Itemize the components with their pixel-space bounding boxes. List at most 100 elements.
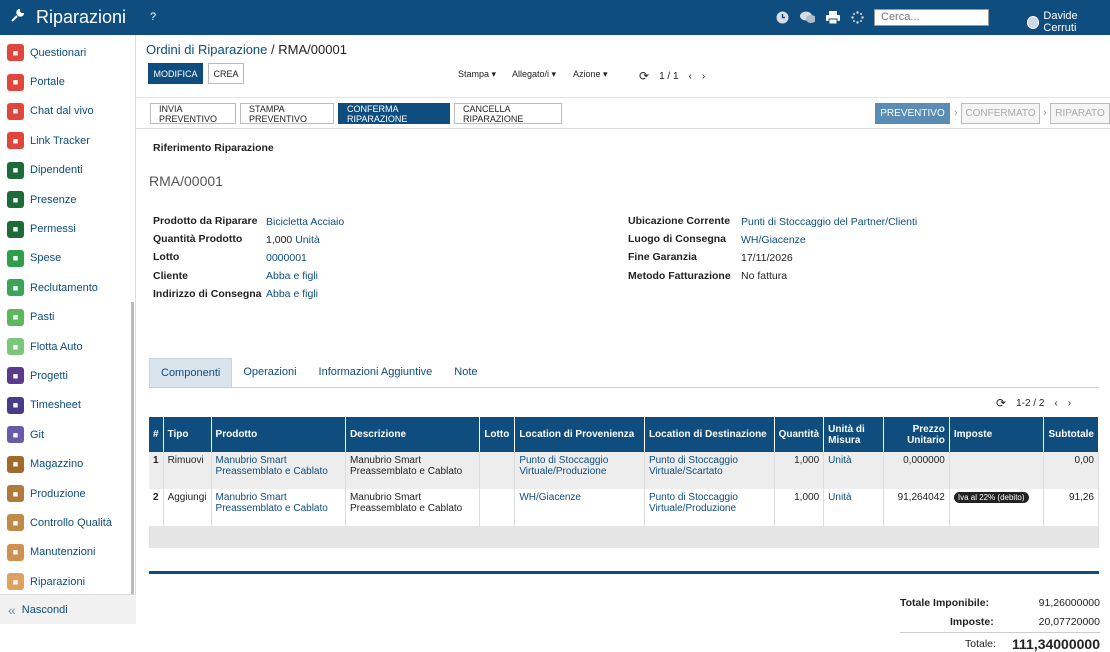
user-menu[interactable]: Davide Cerruti (1027, 10, 1110, 34)
sidebar-item-manutenzioni[interactable]: ■ Manutenzioni (0, 538, 135, 567)
column-header[interactable]: Prezzo Unitario (883, 417, 950, 452)
stage-repaired[interactable]: RIPARATO (1050, 103, 1110, 124)
print-quote-button[interactable]: STAMPA PREVENTIVO (240, 103, 334, 124)
refresh-icon[interactable]: ⟳ (996, 396, 1006, 410)
cell-qty: 1,000 (774, 452, 825, 489)
notebook-tabs: Componenti Operazioni Informazioni Aggiunt… (149, 358, 489, 388)
sidebar-item-reclutamento[interactable]: ■ Reclutamento (0, 273, 135, 302)
chevron-left-icon[interactable]: ‹ (1054, 398, 1057, 409)
sidebar-item-progetti[interactable]: ■ Progetti (0, 361, 135, 390)
sidebar-item-label: Permessi (30, 223, 76, 236)
table-row[interactable]: 1 Rimuovi Manubrio Smart Preassemblato e C… (149, 452, 1099, 489)
field-value[interactable]: Punti di Stoccaggio del Partner/Clienti (741, 216, 917, 228)
field-label: Cliente (153, 269, 189, 282)
sidebar-item-portale[interactable]: ■ Portale (0, 67, 135, 96)
top-navbar: Riparazioni ? Cerca... Davide Cerruti (0, 0, 1110, 35)
tax-tag[interactable]: Iva al 22% (debito) (953, 492, 1029, 503)
field-value[interactable]: Abba e figli (266, 270, 318, 282)
sidebar-item-chat-dal-vivo[interactable]: ■ Chat dal vivo (0, 97, 135, 126)
column-header[interactable]: Descrizione (345, 417, 481, 452)
sidebar-item-riparazioni[interactable]: ■ Riparazioni (0, 567, 135, 596)
sidebar-item-link-tracker[interactable]: ■ Link Tracker (0, 126, 135, 155)
conversation-icon[interactable] (800, 10, 815, 24)
sidebar-item-presenze[interactable]: ■ Presenze (0, 185, 135, 214)
cancel-repair-button[interactable]: CANCELLA RIPARAZIONE (454, 103, 562, 124)
column-header[interactable]: Subtotale (1043, 417, 1099, 452)
send-quote-button[interactable]: INVIA PREVENTIVO (150, 103, 236, 124)
cell-tipo: Rimuovi (163, 452, 212, 489)
sidebar-item-timesheet[interactable]: ■ Timesheet (0, 391, 135, 420)
cell-price: 0,000000 (883, 452, 950, 489)
print-icon[interactable] (825, 10, 840, 24)
column-header[interactable]: Location di Destinazione (644, 417, 775, 452)
column-header[interactable]: Imposte (949, 417, 1045, 452)
column-header[interactable]: Lotto (479, 417, 516, 452)
confirm-repair-button[interactable]: CONFERMA RIPARAZIONE (338, 103, 450, 124)
breadcrumb-parent-link[interactable]: Ordini di Riparazione (146, 42, 267, 57)
unit-link[interactable]: Unità (295, 234, 320, 246)
chevron-right-icon[interactable]: › (1068, 398, 1071, 409)
action-dropdown[interactable]: Azione ▾ (573, 69, 608, 80)
create-button[interactable]: CREA (208, 63, 244, 84)
cell-tax (949, 452, 1045, 489)
column-header[interactable]: # (149, 417, 164, 452)
quality-icon: ■ (7, 514, 24, 532)
column-header[interactable]: Quantità (774, 417, 825, 452)
sidebar-item-pasti[interactable]: ■ Pasti (0, 303, 135, 332)
help-button[interactable]: ? (150, 11, 156, 23)
sidebar-item-produzione[interactable]: ■ Produzione (0, 479, 135, 508)
sidebar-item-controllo-qualit-[interactable]: ■ Controllo Qualità (0, 508, 135, 537)
tab-informazioni-aggiuntive[interactable]: Informazioni Aggiuntive (308, 358, 444, 388)
attachment-dropdown[interactable]: Allegato/i ▾ (512, 69, 556, 80)
column-header[interactable]: Tipo (163, 417, 212, 452)
column-header[interactable]: Prodotto (211, 417, 346, 452)
sidebar-item-label: Presenze (30, 193, 77, 206)
field-value[interactable]: Abba e figli (266, 288, 318, 300)
portal-icon: ■ (7, 73, 24, 91)
tab-note[interactable]: Note (443, 358, 488, 388)
tab-operazioni[interactable]: Operazioni (232, 358, 307, 388)
total-label: Totale: (965, 638, 996, 650)
sidebar-item-label: Reclutamento (30, 281, 98, 294)
main-content: Ordini di Riparazione / RMA/00001 MODIFI… (136, 35, 1110, 652)
cell-tax: Iva al 22% (debito) (949, 489, 1045, 526)
form-sheet: Riferimento Riparazione RMA/00001 Prodot… (136, 129, 1110, 652)
field-value[interactable]: WH/Giacenze (741, 234, 806, 246)
sidebar-item-questionari[interactable]: ■ Questionari (0, 38, 135, 67)
sidebar-item-spese[interactable]: ■ Spese (0, 244, 135, 273)
clock-icon[interactable] (775, 10, 790, 24)
sidebar-item-permessi[interactable]: ■ Permessi (0, 214, 135, 243)
print-dropdown[interactable]: Stampa ▾ (458, 69, 496, 80)
table-row[interactable]: 2 Aggiungi Manubrio Smart Preassemblato e … (149, 489, 1099, 526)
questionnaire-icon: ■ (7, 44, 24, 62)
sidebar-item-magazzino[interactable]: ■ Magazzino (0, 449, 135, 478)
field-value[interactable]: 0000001 (266, 252, 307, 264)
refresh-icon[interactable]: ⟳ (639, 69, 649, 83)
search-input[interactable]: Cerca... (874, 9, 989, 26)
sidebar-item-git[interactable]: ■ Git (0, 420, 135, 449)
git-icon: ■ (7, 426, 24, 444)
chevron-left-icon[interactable]: ‹ (689, 71, 692, 82)
chevron-right-icon[interactable]: › (702, 71, 705, 82)
sidebar-scrollbar[interactable] (131, 302, 134, 597)
stage-confirmed[interactable]: CONFERMATO (961, 103, 1040, 124)
sidebar-item-flotta-auto[interactable]: ■ Flotta Auto (0, 332, 135, 361)
field-value[interactable]: Bicicletta Acciaio (266, 216, 344, 228)
status-bar: INVIA PREVENTIVO STAMPA PREVENTIVO CONFE… (136, 99, 1110, 129)
project-icon: ■ (7, 367, 24, 385)
sidebar-item-dipendenti[interactable]: ■ Dipendenti (0, 156, 135, 185)
loading-spinner-icon (850, 10, 865, 24)
expense-icon: ■ (7, 249, 24, 267)
taxable-label: Totale Imponibile: (900, 597, 990, 609)
stage-quote[interactable]: PREVENTIVO (875, 103, 950, 124)
sidebar-item-label: Chat dal vivo (30, 105, 94, 118)
divider (136, 97, 1110, 98)
app-brand[interactable]: Riparazioni (10, 7, 126, 28)
sidebar-item-label: Timesheet (30, 399, 81, 412)
tab-componenti[interactable]: Componenti (149, 358, 233, 388)
edit-button[interactable]: MODIFICA (148, 63, 203, 84)
column-header[interactable]: Location di Provenienza (514, 417, 645, 452)
hide-sidebar-button[interactable]: « Nascondi (0, 594, 136, 624)
column-header[interactable]: Unità di Misura (823, 417, 884, 452)
repair-reference: RMA/00001 (149, 173, 223, 189)
